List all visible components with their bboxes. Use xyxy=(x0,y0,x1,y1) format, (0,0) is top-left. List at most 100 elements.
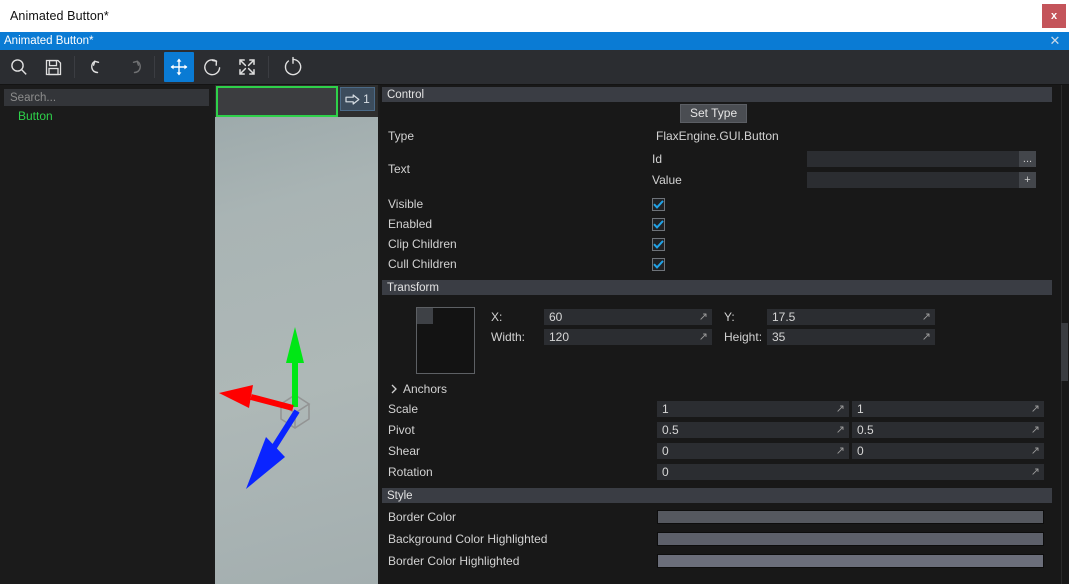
x-input[interactable]: 60 ↗ xyxy=(544,309,712,325)
section-header-control: Control xyxy=(382,87,1052,102)
border-color-highlighted-label: Border Color Highlighted xyxy=(388,554,520,568)
scale-x-value: 1 xyxy=(662,401,669,416)
id-row: Id ... xyxy=(380,148,1036,170)
rotation-input[interactable]: 0 ↗ xyxy=(657,463,1044,480)
shear-row: Shear 0 ↗ 0 ↗ xyxy=(380,440,1069,461)
rotation-label: Rotation xyxy=(388,464,433,479)
toolbar-separator xyxy=(154,56,155,78)
border-color-label: Border Color xyxy=(388,510,457,524)
value-input[interactable] xyxy=(807,172,1019,188)
app-close-button[interactable]: ✕ xyxy=(1047,33,1063,49)
transform-group: X: 60 ↗ Y: 17.5 ↗ Width: 120 ↗ Height: 3… xyxy=(380,295,1069,380)
os-window-title: Animated Button* xyxy=(10,9,109,23)
border-color-swatch[interactable] xyxy=(657,510,1044,524)
scale-y-input[interactable]: 1 ↗ xyxy=(852,400,1044,417)
scale-gizmo-icon[interactable] xyxy=(232,52,262,82)
width-input[interactable]: 120 ↗ xyxy=(544,329,712,345)
width-label: Width: xyxy=(491,330,526,344)
app-titlebar: Animated Button* ✕ xyxy=(0,32,1069,50)
scale-label: Scale xyxy=(388,401,419,416)
app-window-title: Animated Button* xyxy=(4,35,94,47)
rotate-gizmo-icon[interactable] xyxy=(198,52,228,82)
scale-x-input[interactable]: 1 ↗ xyxy=(657,400,849,417)
enabled-checkbox[interactable] xyxy=(652,217,665,231)
set-type-row: Set Type xyxy=(380,102,1069,124)
pivot-y-input[interactable]: 0.5 ↗ xyxy=(852,421,1044,438)
anchor-preview[interactable] xyxy=(416,307,475,374)
shear-x-input[interactable]: 0 ↗ xyxy=(657,442,849,459)
background-color-highlighted-label: Background Color Highlighted xyxy=(388,532,548,546)
section-header-transform: Transform xyxy=(382,280,1052,295)
undo-icon[interactable] xyxy=(84,52,114,82)
x-row: X: 60 ↗ Y: 17.5 ↗ xyxy=(491,309,935,325)
search-icon[interactable] xyxy=(4,52,34,82)
text-group: Text Id ... Value + xyxy=(380,148,1069,194)
toolbar-separator xyxy=(268,56,269,78)
width-drag-handle-icon[interactable]: ↗ xyxy=(699,330,708,344)
section-header-style: Style xyxy=(382,488,1052,503)
clip-children-checkbox[interactable] xyxy=(652,237,665,251)
tree-item-button[interactable]: Button xyxy=(0,106,213,125)
pivot-x-input[interactable]: 0.5 ↗ xyxy=(657,421,849,438)
shear-y-input[interactable]: 0 ↗ xyxy=(852,442,1044,459)
x-input-value: 60 xyxy=(549,310,563,324)
shear-label: Shear xyxy=(388,443,421,458)
y-input-value: 17.5 xyxy=(772,310,796,324)
set-type-button[interactable]: Set Type xyxy=(680,103,748,123)
rotation-value: 0 xyxy=(662,464,669,479)
scale-y-drag-handle-icon[interactable]: ↗ xyxy=(1031,402,1040,416)
border-color-row: Border Color xyxy=(380,506,1069,528)
value-row: Value + xyxy=(380,169,1036,191)
visible-checkbox[interactable] xyxy=(652,197,665,211)
enabled-label: Enabled xyxy=(388,217,433,231)
pivot-x-value: 0.5 xyxy=(662,422,679,437)
shear-y-drag-handle-icon[interactable]: ↗ xyxy=(1031,444,1040,458)
toolbar xyxy=(0,50,1069,85)
os-close-button[interactable]: x xyxy=(1042,4,1066,28)
translate-gizmo-icon[interactable] xyxy=(164,52,194,82)
cull-children-row: Cull Children xyxy=(380,254,1069,274)
cull-children-checkbox[interactable] xyxy=(652,257,665,271)
y-label: Y: xyxy=(724,310,735,324)
id-input[interactable] xyxy=(807,151,1019,167)
enabled-row: Enabled xyxy=(380,214,1069,234)
type-label: Type xyxy=(388,129,415,143)
anchors-expander[interactable]: Anchors xyxy=(380,380,1069,398)
y-drag-handle-icon[interactable]: ↗ xyxy=(922,310,931,324)
reload-icon[interactable] xyxy=(278,52,308,82)
save-icon[interactable] xyxy=(38,52,68,82)
properties-scrollbar-thumb[interactable] xyxy=(1061,323,1068,381)
background-color-highlighted-swatch[interactable] xyxy=(657,532,1044,546)
ui-viewport[interactable]: 1 xyxy=(215,85,378,584)
rotation-drag-handle-icon[interactable]: ↗ xyxy=(1031,465,1040,479)
shear-x-drag-handle-icon[interactable]: ↗ xyxy=(836,444,845,458)
redo-icon[interactable] xyxy=(118,52,148,82)
height-label: Height: xyxy=(724,330,763,344)
type-value: FlaxEngine.GUI.Button xyxy=(656,129,779,143)
tree-item-label: Button xyxy=(18,108,53,123)
scale-x-drag-handle-icon[interactable]: ↗ xyxy=(836,402,845,416)
width-input-value: 120 xyxy=(549,330,570,344)
search-input[interactable] xyxy=(4,89,209,106)
id-browse-button[interactable]: ... xyxy=(1019,151,1036,167)
os-titlebar: Animated Button* x xyxy=(0,0,1069,32)
scale-row: Scale 1 ↗ 1 ↗ xyxy=(380,398,1069,419)
clip-children-row: Clip Children xyxy=(380,234,1069,254)
value-label: Value xyxy=(652,173,682,187)
y-input[interactable]: 17.5 ↗ xyxy=(767,309,935,325)
height-input[interactable]: 35 ↗ xyxy=(767,329,935,345)
x-drag-handle-icon[interactable]: ↗ xyxy=(699,310,708,324)
pivot-x-drag-handle-icon[interactable]: ↗ xyxy=(836,423,845,437)
scale-y-value: 1 xyxy=(857,401,864,416)
pivot-label: Pivot xyxy=(388,422,415,437)
pivot-row: Pivot 0.5 ↗ 0.5 ↗ xyxy=(380,419,1069,440)
rotation-row: Rotation 0 ↗ xyxy=(380,461,1069,482)
value-add-button[interactable]: + xyxy=(1019,172,1036,188)
border-color-highlighted-swatch[interactable] xyxy=(657,554,1044,568)
translate-gizmo[interactable] xyxy=(215,85,378,584)
chevron-right-icon xyxy=(391,384,397,394)
id-label: Id xyxy=(652,152,663,166)
height-drag-handle-icon[interactable]: ↗ xyxy=(922,330,931,344)
anchors-label: Anchors xyxy=(403,382,448,396)
pivot-y-drag-handle-icon[interactable]: ↗ xyxy=(1031,423,1040,437)
